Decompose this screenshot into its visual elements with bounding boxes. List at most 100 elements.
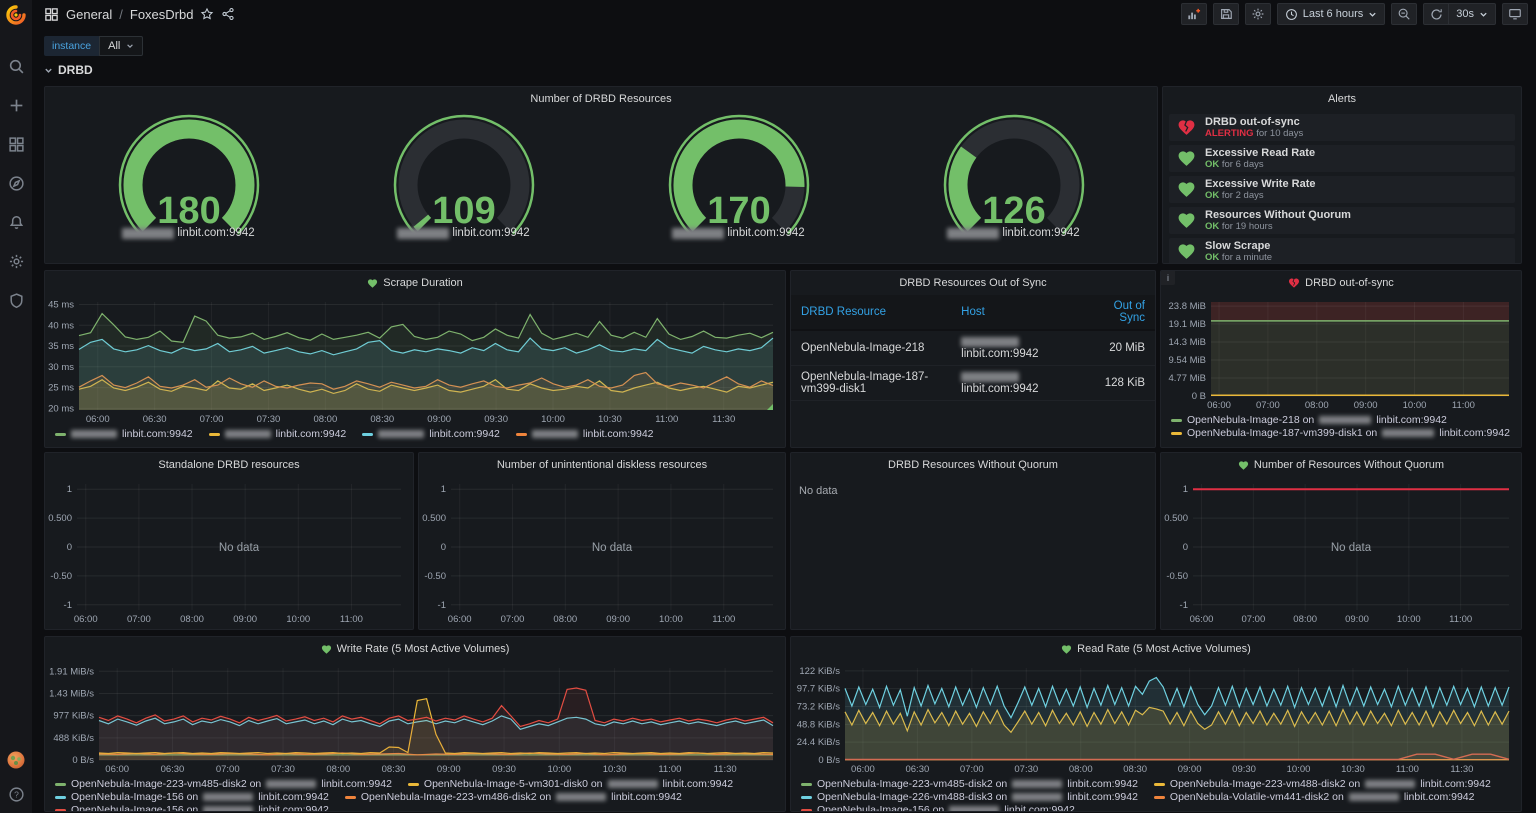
alert-item[interactable]: Excessive Read RateOK for 6 days <box>1169 145 1515 172</box>
legend-item[interactable]: linbit.com:9942 <box>516 428 654 440</box>
cell-out-of-sync: 20 MiB <box>1089 330 1155 366</box>
legend-host-suffix: linbit.com:9942 <box>1067 778 1138 790</box>
share-icon[interactable] <box>221 7 235 21</box>
panel-title[interactable]: Number of unintentional diskless resourc… <box>419 453 785 477</box>
panel-title[interactable]: Read Rate (5 Most Active Volumes) <box>791 637 1521 661</box>
refresh-interval-picker[interactable]: 30s <box>1449 3 1496 25</box>
gauge: 170linbit.com:9942 <box>601 111 876 264</box>
alert-item[interactable]: Slow ScrapeOK for a minute <box>1169 238 1515 264</box>
alerting-bell-icon[interactable] <box>8 214 25 231</box>
breadcrumb-separator: / <box>119 7 123 22</box>
table-column-header[interactable]: Out of Sync <box>1089 295 1155 330</box>
row-header-drbd[interactable]: DRBD <box>44 63 93 77</box>
time-range-picker[interactable]: Last 6 hours <box>1277 3 1386 25</box>
gauge-value: 109 <box>432 190 495 232</box>
add-panel-button[interactable] <box>1181 3 1207 25</box>
dashboard-settings-button[interactable] <box>1245 3 1271 25</box>
redacted-host-prefix <box>949 806 999 812</box>
panel-title[interactable]: Standalone DRBD resources <box>45 453 413 477</box>
time-series-plot[interactable]: 10.5000-0.50-106:0007:0008:0009:0010:001… <box>419 477 785 627</box>
refresh-button[interactable] <box>1423 3 1449 25</box>
kiosk-mode-button[interactable] <box>1502 3 1528 25</box>
configuration-gear-icon[interactable] <box>8 253 25 270</box>
panel-title[interactable]: Number of Resources Without Quorum <box>1161 453 1521 477</box>
server-admin-shield-icon[interactable] <box>8 292 25 309</box>
dashboards-icon[interactable] <box>8 136 25 153</box>
time-series-plot[interactable]: 0 B4.77 MiB9.54 MiB14.3 MiB19.1 MiB23.8 … <box>1161 295 1521 413</box>
time-series-plot[interactable]: 20 ms25 ms30 ms35 ms40 ms45 ms06:0006:30… <box>45 295 785 427</box>
user-avatar[interactable] <box>6 750 26 770</box>
legend-item[interactable]: OpenNebula-Image-5-vm301-disk0 on linbit… <box>408 778 733 790</box>
svg-text:07:00: 07:00 <box>501 614 525 625</box>
legend-item[interactable]: OpenNebula-Image-187-vm399-disk1 on linb… <box>1171 427 1510 439</box>
svg-text:10:30: 10:30 <box>603 764 627 775</box>
legend-item[interactable]: OpenNebula-Image-226-vm488-disk3 on linb… <box>801 791 1138 803</box>
panel-info-corner[interactable]: i <box>1161 271 1175 285</box>
breadcrumb-section[interactable]: General <box>66 7 112 22</box>
svg-text:0: 0 <box>1183 542 1188 553</box>
legend-item[interactable]: linbit.com:9942 <box>362 428 500 440</box>
svg-text:08:00: 08:00 <box>1069 764 1093 775</box>
svg-text:35 ms: 35 ms <box>48 341 74 352</box>
alert-item[interactable]: Excessive Write RateOK for 2 days <box>1169 176 1515 203</box>
svg-text:09:00: 09:00 <box>1178 764 1202 775</box>
time-series-plot[interactable]: 0 B/s24.4 KiB/s48.8 KiB/s73.2 KiB/s97.7 … <box>791 661 1521 777</box>
legend-item[interactable]: OpenNebula-Image-156 on linbit.com:9942 <box>55 804 329 812</box>
svg-text:0.500: 0.500 <box>48 513 72 524</box>
alert-item[interactable]: Resources Without QuorumOK for 19 hours <box>1169 207 1515 234</box>
heart-ok-icon <box>1177 242 1196 261</box>
legend-item[interactable]: OpenNebula-Image-223-vm485-disk2 on linb… <box>801 778 1138 790</box>
svg-text:?: ? <box>14 790 19 800</box>
table-row: OpenNebula-Image-218linbit.com:994220 Mi… <box>791 330 1155 366</box>
legend-item[interactable]: linbit.com:9942 <box>209 428 347 440</box>
svg-text:09:00: 09:00 <box>427 414 451 425</box>
legend-item[interactable]: OpenNebula-Image-223-vm485-disk2 on linb… <box>55 778 392 790</box>
breadcrumb-title[interactable]: FoxesDrbd <box>130 7 194 22</box>
svg-text:08:00: 08:00 <box>1305 400 1329 411</box>
save-dashboard-button[interactable] <box>1213 3 1239 25</box>
legend-series-name: OpenNebula-Image-187-vm399-disk1 on <box>1187 427 1377 439</box>
panel-title[interactable]: Alerts <box>1163 87 1521 111</box>
alert-item[interactable]: DRBD out-of-syncALERTING for 10 days <box>1169 114 1515 141</box>
legend-series-name: OpenNebula-Image-223-vm485-disk2 on <box>817 778 1007 790</box>
panel-title[interactable]: DRBD Resources Out of Sync <box>791 271 1155 295</box>
svg-text:11:00: 11:00 <box>655 414 678 425</box>
legend-item[interactable]: OpenNebula-Image-223-vm486-disk2 on linb… <box>345 791 682 803</box>
legend-item[interactable]: OpenNebula-Image-156 on linbit.com:9942 <box>55 791 329 803</box>
zoom-out-time-button[interactable] <box>1391 3 1417 25</box>
table-column-header[interactable]: Host <box>951 295 1089 330</box>
favorite-star-icon[interactable] <box>200 7 214 21</box>
panel-drbd-resources-out-of-sync: DRBD Resources Out of Sync DRBD Resource… <box>790 270 1156 448</box>
help-icon[interactable]: ? <box>8 786 25 803</box>
legend-item[interactable]: OpenNebula-Image-156 on linbit.com:9942 <box>801 804 1075 812</box>
legend-item[interactable]: linbit.com:9942 <box>55 428 193 440</box>
time-series-plot[interactable]: 10.5000-0.50-106:0007:0008:0009:0010:001… <box>1161 477 1521 627</box>
time-series-plot[interactable]: 10.5000-0.50-106:0007:0008:0009:0010:001… <box>45 477 413 627</box>
gauge-host-suffix: linbit.com:9942 <box>452 227 529 239</box>
svg-text:08:30: 08:30 <box>382 764 406 775</box>
legend-item[interactable]: OpenNebula-Image-218 on linbit.com:9942 <box>1171 414 1510 426</box>
variable-value-dropdown[interactable]: All <box>99 36 143 56</box>
alert-status: OK for 19 hours <box>1205 221 1351 232</box>
heart-ok-icon <box>1177 180 1196 199</box>
gauge-host: linbit.com:9942 <box>397 227 529 239</box>
template-variables: instance All <box>44 36 143 56</box>
redacted-host-prefix <box>71 430 117 438</box>
create-plus-icon[interactable] <box>8 97 25 114</box>
legend-host-suffix: linbit.com:9942 <box>258 804 329 812</box>
table-column-header[interactable]: DRBD Resource <box>791 295 951 330</box>
explore-compass-icon[interactable] <box>8 175 25 192</box>
search-icon[interactable] <box>8 58 25 75</box>
legend-item[interactable]: OpenNebula-Volatile-vm441-disk2 on linbi… <box>1154 791 1475 803</box>
grafana-logo[interactable] <box>0 0 32 30</box>
panel-title[interactable]: DRBD out-of-sync <box>1161 271 1521 295</box>
legend: linbit.com:9942 linbit.com:9942 linbit.com… <box>45 427 785 443</box>
gauge-host-suffix: linbit.com:9942 <box>1002 227 1079 239</box>
legend-item[interactable]: OpenNebula-Image-223-vm488-disk2 on linb… <box>1154 778 1491 790</box>
time-series-plot[interactable]: 0 B/s488 KiB/s977 KiB/s1.43 MiB/s1.91 Mi… <box>45 661 785 777</box>
panel-title[interactable]: Write Rate (5 Most Active Volumes) <box>45 637 785 661</box>
svg-text:11:30: 11:30 <box>1450 764 1473 775</box>
panel-title[interactable]: Scrape Duration <box>45 271 785 295</box>
panel-title[interactable]: Number of DRBD Resources <box>45 87 1157 111</box>
panel-title[interactable]: DRBD Resources Without Quorum <box>791 453 1155 477</box>
